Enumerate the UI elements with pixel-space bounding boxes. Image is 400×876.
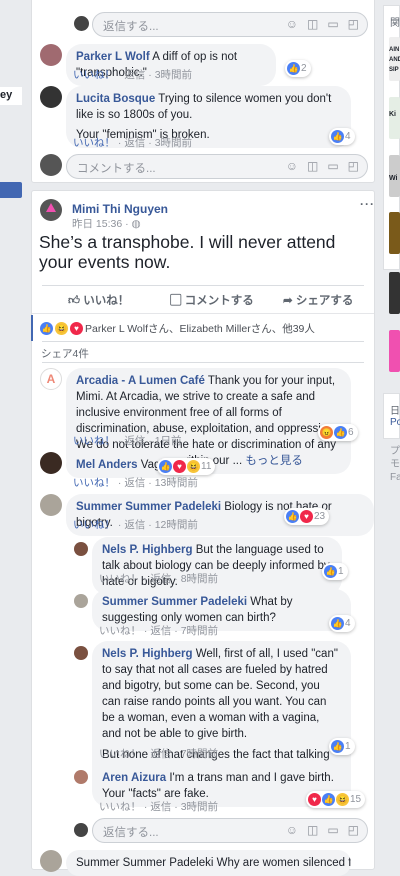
- like-reaction-icon: 👍: [287, 62, 300, 75]
- camera-icon[interactable]: ◫: [307, 17, 318, 31]
- reaction-count[interactable]: 👍 4: [329, 615, 355, 632]
- avatar: [74, 823, 88, 837]
- ad-thumbnail[interactable]: Wi: [389, 155, 400, 197]
- reply-bubble: Nels P. Highberg But the language used t…: [92, 537, 342, 595]
- reaction-count[interactable]: 👍 ♥ 😆 11: [157, 458, 216, 475]
- camera-icon[interactable]: ◫: [307, 159, 318, 173]
- camera-icon[interactable]: ◫: [307, 823, 318, 837]
- gif-icon[interactable]: ▭: [327, 159, 338, 173]
- avatar: [74, 16, 89, 31]
- avatar[interactable]: [74, 770, 88, 784]
- reply-input[interactable]: 返信する... ☺ ◫ ▭ ◰: [92, 12, 368, 37]
- post-timestamp[interactable]: 昨日 15:36 · ◍: [72, 216, 141, 231]
- comment-meta: いいね！ · 返信 · 3時間前: [73, 137, 193, 149]
- more-options-icon[interactable]: ···: [360, 197, 375, 211]
- left-nav-button[interactable]: [0, 182, 22, 198]
- like-button[interactable]: 👍︎ いいね！: [68, 292, 129, 308]
- thumbs-up-icon: 👍︎: [68, 295, 81, 307]
- right-rail-footer: プモ Fa: [390, 446, 400, 483]
- reaction-count[interactable]: 👍 4: [329, 128, 355, 145]
- comment-button[interactable]: ▢ コメントする: [170, 292, 254, 308]
- left-nav-item[interactable]: ey: [0, 87, 22, 105]
- avatar: [40, 154, 62, 176]
- comment-input[interactable]: コメントする... ☺ ◫ ▭ ◰: [66, 154, 368, 179]
- reply-input[interactable]: 返信する... ☺ ◫ ▭ ◰: [92, 818, 368, 843]
- reactions-summary[interactable]: 👍 😆 ♥ Parker L Wolfさん、Elizabeth Millerさん、他…: [40, 321, 315, 336]
- emoji-icon[interactable]: ☺: [286, 17, 298, 31]
- gif-icon[interactable]: ▭: [327, 823, 338, 837]
- reaction-count[interactable]: ♥ 👍 😆 15: [306, 791, 366, 808]
- avatar[interactable]: [40, 44, 62, 66]
- ad-thumbnail[interactable]: [389, 272, 400, 314]
- avatar[interactable]: [40, 850, 62, 872]
- see-more-link[interactable]: もっと見る: [245, 455, 303, 467]
- post-author[interactable]: Mimi Thi Nguyen: [72, 202, 168, 216]
- sticker-icon[interactable]: ◰: [348, 823, 359, 837]
- comment-author[interactable]: Lucita Bosque: [76, 93, 155, 105]
- reaction-count[interactable]: 😠 👍 6: [318, 424, 358, 441]
- comment-icon: ▢: [170, 295, 182, 307]
- comment-bubble: Summer Summer Padeleki Why are women sil…: [66, 850, 351, 876]
- sticker-icon[interactable]: ◰: [348, 17, 359, 31]
- reply-link[interactable]: 返信: [124, 69, 145, 81]
- avatar[interactable]: [74, 646, 88, 660]
- avatar[interactable]: [40, 452, 62, 474]
- emoji-icon[interactable]: ☺: [286, 159, 298, 173]
- avatar[interactable]: [74, 594, 88, 608]
- ad-thumbnail[interactable]: [389, 212, 400, 254]
- post-text: She’s a transphobe. I will never attend …: [39, 232, 336, 272]
- comment-author[interactable]: Parker L Wolf: [76, 51, 150, 63]
- sticker-icon[interactable]: ◰: [348, 159, 359, 173]
- right-rail-language: 日 Po: [383, 393, 400, 439]
- like-link[interactable]: いいね！: [73, 69, 115, 81]
- reaction-count[interactable]: 👍 2: [285, 60, 311, 77]
- avatar[interactable]: [40, 494, 62, 516]
- page-avatar[interactable]: [40, 199, 62, 221]
- share-icon: ➦: [283, 295, 293, 307]
- avatar[interactable]: [40, 86, 62, 108]
- post-card: Mimi Thi Nguyen 昨日 15:36 · ◍ ··· She’s a…: [31, 190, 375, 876]
- reaction-count[interactable]: 👍 1: [329, 738, 355, 755]
- emoji-icon[interactable]: ☺: [286, 823, 298, 837]
- gif-icon[interactable]: ▭: [327, 17, 338, 31]
- ad-thumbnail[interactable]: AIN AND SIP: [389, 37, 400, 81]
- right-rail-header: 関: [390, 18, 400, 29]
- ad-thumbnail[interactable]: [389, 330, 400, 372]
- avatar[interactable]: A: [40, 368, 62, 390]
- previous-post-card: 返信する... ☺ ◫ ▭ ◰ Parker L Wolf A diff of op i…: [31, 0, 375, 183]
- reaction-count[interactable]: 👍 1: [322, 563, 348, 580]
- comment-meta: いいね！ · 返信 · 3時間前: [73, 69, 193, 81]
- avatar[interactable]: [74, 542, 88, 556]
- ad-thumbnail[interactable]: Ki: [389, 97, 400, 139]
- globe-icon: ◍: [131, 218, 141, 230]
- reaction-count[interactable]: 👍 ♥ 23: [284, 508, 330, 525]
- like-reaction-icon: 👍: [331, 130, 344, 143]
- share-button[interactable]: ➦ シェアする: [283, 292, 353, 308]
- shares-count[interactable]: シェア4件: [41, 346, 89, 361]
- input-icons: ☺ ◫ ▭ ◰: [286, 17, 359, 31]
